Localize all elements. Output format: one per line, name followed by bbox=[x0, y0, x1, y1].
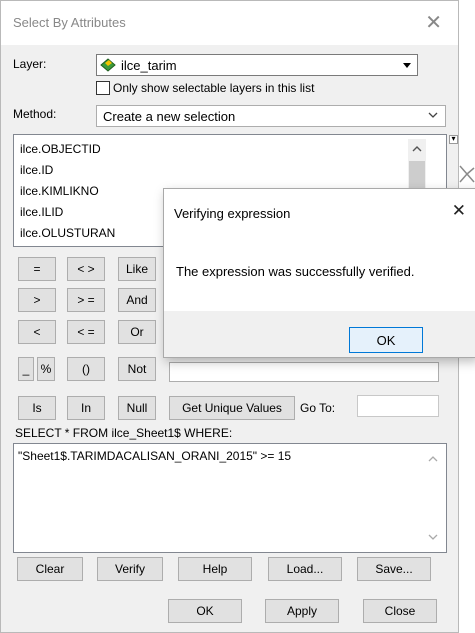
apply-button[interactable]: Apply bbox=[265, 599, 339, 623]
operator-equal-button[interactable]: = bbox=[18, 257, 56, 281]
popup-footer bbox=[164, 311, 475, 357]
close-icon[interactable]: ✕ bbox=[425, 10, 442, 35]
expression-textarea[interactable]: "Sheet1$.TARIMDACALISAN_ORANI_2015" >= 1… bbox=[13, 443, 447, 553]
popup-title: Verifying expression bbox=[174, 206, 291, 221]
operator-not-equal-button[interactable]: < > bbox=[67, 257, 105, 281]
load-button[interactable]: Load... bbox=[268, 557, 342, 581]
operator-greater-button[interactable]: > bbox=[18, 288, 56, 312]
layer-value: ilce_tarim bbox=[121, 58, 177, 73]
list-item[interactable]: ilce.ID bbox=[14, 160, 446, 181]
go-to-input[interactable] bbox=[357, 395, 439, 417]
scroll-up-icon[interactable] bbox=[412, 142, 422, 156]
operator-is-button[interactable]: Is bbox=[18, 396, 56, 420]
method-label: Method: bbox=[13, 107, 57, 121]
method-combo[interactable]: Create a new selection bbox=[96, 105, 446, 127]
operator-greater-equal-button[interactable]: > = bbox=[67, 288, 105, 312]
go-to-label: Go To: bbox=[300, 401, 336, 415]
scroll-up-icon[interactable] bbox=[428, 452, 438, 466]
layer-label: Layer: bbox=[13, 57, 47, 71]
expression-text: "Sheet1$.TARIMDACALISAN_ORANI_2015" >= 1… bbox=[18, 449, 292, 463]
operator-like-button[interactable]: Like bbox=[118, 257, 156, 281]
operator-not-button[interactable]: Not bbox=[118, 357, 156, 381]
wildcard-percent-button[interactable]: % bbox=[37, 357, 55, 381]
popup-message: The expression was successfully verified… bbox=[176, 264, 415, 279]
chevron-down-icon[interactable] bbox=[426, 108, 440, 125]
operator-less-button[interactable]: < bbox=[18, 320, 56, 344]
scroll-down-icon[interactable] bbox=[428, 530, 438, 544]
close-icon[interactable]: ✕ bbox=[452, 201, 466, 221]
operator-or-button[interactable]: Or bbox=[118, 320, 156, 344]
clear-button[interactable]: Clear bbox=[17, 557, 83, 581]
verify-popup: Verifying expression ✕ The expression wa… bbox=[163, 188, 475, 358]
list-item[interactable]: ilce.OBJECTID bbox=[14, 139, 446, 160]
dialog-title: Select By Attributes bbox=[13, 15, 126, 30]
only-selectable-checkbox[interactable] bbox=[96, 81, 110, 95]
wildcard-underscore-button[interactable]: _ bbox=[18, 357, 34, 381]
save-button[interactable]: Save... bbox=[357, 557, 431, 581]
scroll-thumb[interactable] bbox=[409, 161, 425, 191]
operator-null-button[interactable]: Null bbox=[118, 396, 156, 420]
popup-ok-button[interactable]: OK bbox=[349, 327, 423, 353]
verify-button[interactable]: Verify bbox=[97, 557, 163, 581]
help-button[interactable]: Help bbox=[178, 557, 252, 581]
resize-handle[interactable]: ▾ bbox=[449, 135, 458, 144]
operator-and-button[interactable]: And bbox=[118, 288, 156, 312]
unique-values-list[interactable] bbox=[169, 362, 439, 382]
parentheses-button[interactable]: () bbox=[67, 357, 105, 381]
close-button[interactable]: Close bbox=[363, 599, 437, 623]
ok-button[interactable]: OK bbox=[168, 599, 242, 623]
layer-combo[interactable]: ilce_tarim bbox=[96, 54, 418, 76]
sql-prefix-label: SELECT * FROM ilce_Sheet1$ WHERE: bbox=[15, 426, 233, 440]
only-selectable-label: Only show selectable layers in this list bbox=[113, 81, 315, 95]
operator-less-equal-button[interactable]: < = bbox=[67, 320, 105, 344]
operator-in-button[interactable]: In bbox=[67, 396, 105, 420]
method-value: Create a new selection bbox=[103, 109, 236, 124]
layer-icon bbox=[99, 56, 117, 77]
get-unique-values-button[interactable]: Get Unique Values bbox=[169, 396, 295, 420]
title-bar: Select By Attributes ✕ bbox=[1, 1, 458, 45]
dropdown-arrow-icon[interactable] bbox=[399, 57, 415, 73]
